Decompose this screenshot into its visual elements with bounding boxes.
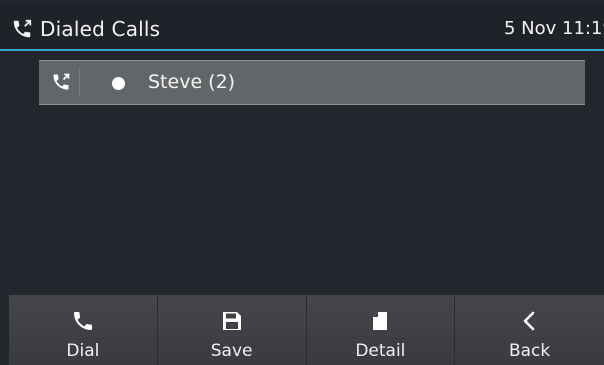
save-icon xyxy=(222,312,241,330)
status-dot xyxy=(112,77,125,90)
chevron-left-icon xyxy=(523,311,534,331)
phone-icon xyxy=(73,312,92,330)
dial-label: Dial xyxy=(66,341,100,361)
item-divider xyxy=(79,69,80,96)
dial-button[interactable]: Dial xyxy=(9,295,158,365)
dialed-call-icon xyxy=(53,73,70,90)
save-button[interactable]: Save xyxy=(157,295,307,365)
softkey-bar: Dial Save Detail Back xyxy=(9,295,604,365)
detail-button[interactable]: Detail xyxy=(306,295,456,365)
back-label: Back xyxy=(508,341,551,361)
call-list-item[interactable]: Steve (2) xyxy=(39,60,585,105)
detail-label: Detail xyxy=(355,341,406,361)
back-button[interactable]: Back xyxy=(455,295,604,365)
page-title: Dialed Calls xyxy=(40,17,161,41)
document-icon xyxy=(373,312,388,330)
save-label: Save xyxy=(210,341,253,361)
phone-screen: Dialed Calls 5 Nov 11:19 Steve (2) Dial xyxy=(0,0,604,365)
title-bar: Dialed Calls 5 Nov 11:19 xyxy=(0,4,604,51)
dialed-call-icon xyxy=(13,19,32,38)
date-time: 5 Nov 11:19 xyxy=(504,18,604,39)
call-list: Steve (2) xyxy=(0,53,604,295)
contact-name: Steve (2) xyxy=(148,71,236,93)
